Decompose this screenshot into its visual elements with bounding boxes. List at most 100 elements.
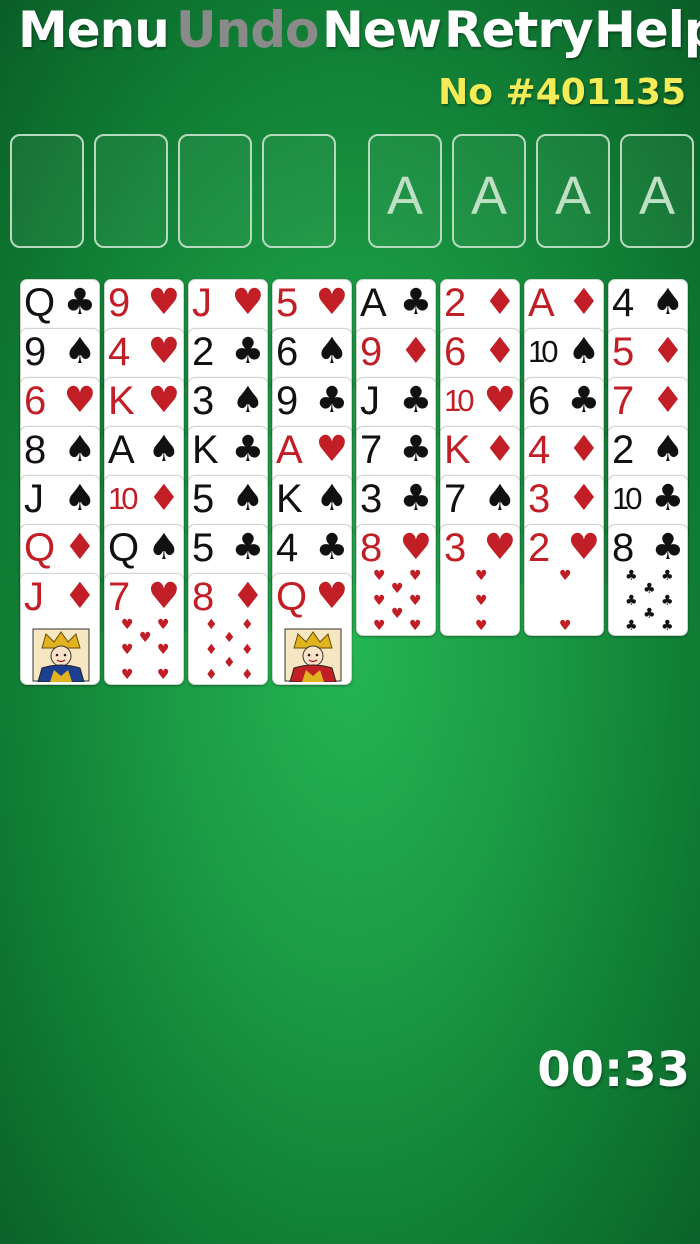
card-rank: K bbox=[108, 379, 135, 423]
card-suit: ♥ bbox=[147, 380, 180, 421]
playing-card[interactable]: 7 ♥ ♥ ♥ ♥ ♥ ♥ ♥ ♥ bbox=[104, 573, 184, 685]
card-pip-icon: ♥ bbox=[409, 593, 422, 609]
foundation-label: A bbox=[470, 166, 508, 226]
playing-card[interactable]: 3 ♥ ♥ ♥ ♥ bbox=[440, 524, 520, 636]
jack-face-icon bbox=[32, 628, 90, 683]
card-rank: 6 bbox=[24, 379, 46, 423]
card-suit: ♣ bbox=[315, 380, 348, 421]
playing-card[interactable]: Q ♥ bbox=[272, 573, 352, 685]
card-suit: ♣ bbox=[231, 429, 264, 470]
card-suit: ♣ bbox=[315, 527, 348, 568]
card-rank: J bbox=[192, 281, 212, 325]
card-suit: ♠ bbox=[63, 429, 96, 470]
card-suit: ♦ bbox=[567, 429, 600, 470]
card-suit: ♠ bbox=[63, 478, 96, 519]
card-rank: 6 bbox=[444, 330, 466, 374]
card-rank: Q bbox=[276, 575, 307, 619]
foundation-1[interactable]: A bbox=[368, 134, 442, 248]
card-pip-icon: ♦ bbox=[205, 617, 218, 634]
card-suit: ♦ bbox=[651, 331, 684, 372]
card-rank: K bbox=[444, 428, 471, 472]
card-rank: A bbox=[528, 281, 555, 325]
card-rank: 7 bbox=[612, 379, 634, 423]
card-rank: K bbox=[192, 428, 219, 472]
playing-card[interactable]: 2 ♥ ♥ ♥ bbox=[524, 524, 604, 636]
card-rank: 9 bbox=[276, 379, 298, 423]
card-suit: ♣ bbox=[231, 331, 264, 372]
retry-button[interactable]: Retry bbox=[444, 0, 594, 64]
card-rank: A bbox=[276, 428, 303, 472]
card-pip-icon: ♣ bbox=[643, 605, 656, 622]
free-cell-2[interactable] bbox=[94, 134, 168, 248]
card-suit: ♣ bbox=[399, 478, 432, 519]
playing-card[interactable]: 8 ♦ ♦ ♦ ♦ ♦ ♦ ♦ ♦ ♦ bbox=[188, 573, 268, 685]
free-cell-4[interactable] bbox=[262, 134, 336, 248]
card-rank: 3 bbox=[192, 379, 214, 423]
card-rank: 7 bbox=[108, 575, 130, 619]
card-suit: ♠ bbox=[567, 331, 600, 372]
card-pip-icon: ♣ bbox=[661, 568, 674, 585]
card-suit: ♣ bbox=[231, 527, 264, 568]
card-pip-icon: ♦ bbox=[223, 630, 236, 646]
card-suit: ♥ bbox=[231, 282, 264, 323]
card-rank: J bbox=[24, 477, 44, 521]
game-number: No #401135 bbox=[438, 72, 686, 113]
card-pip-icon: ♥ bbox=[475, 593, 488, 609]
card-suit: ♣ bbox=[399, 429, 432, 470]
card-pip-icon: ♥ bbox=[121, 642, 134, 658]
card-rank: 4 bbox=[108, 330, 130, 374]
card-suit: ♥ bbox=[399, 527, 432, 568]
card-suit: ♦ bbox=[651, 380, 684, 421]
card-pip-icon: ♥ bbox=[475, 568, 488, 585]
card-pip-icon: ♥ bbox=[409, 617, 422, 634]
card-suit: ♦ bbox=[567, 478, 600, 519]
menu-button[interactable]: Menu bbox=[18, 0, 170, 64]
free-cell-3[interactable] bbox=[178, 134, 252, 248]
card-suit: ♦ bbox=[147, 478, 180, 519]
foundation-label: A bbox=[386, 166, 424, 226]
card-pip-icon: ♥ bbox=[391, 605, 404, 622]
foundation-4[interactable]: A bbox=[620, 134, 694, 248]
card-suit: ♦ bbox=[399, 331, 432, 372]
card-rank: 3 bbox=[528, 477, 550, 521]
undo-button[interactable]: Undo bbox=[176, 0, 319, 64]
card-pip-icon: ♥ bbox=[559, 617, 572, 634]
free-cell-1[interactable] bbox=[10, 134, 84, 248]
queen-face-icon bbox=[284, 628, 342, 683]
playing-card[interactable]: J ♦ bbox=[20, 573, 100, 685]
card-pip-icon: ♥ bbox=[559, 568, 572, 585]
card-suit: ♠ bbox=[315, 331, 348, 372]
playing-card[interactable]: 8 ♥ ♥ ♥ ♥ ♥ ♥ ♥ ♥ ♥ bbox=[356, 524, 436, 636]
playing-card[interactable]: 8 ♣ ♣ ♣ ♣ ♣ ♣ ♣ ♣ ♣ bbox=[608, 524, 688, 636]
card-pip-icon: ♥ bbox=[157, 666, 170, 683]
card-suit: ♠ bbox=[147, 527, 180, 568]
card-suit: ♣ bbox=[567, 380, 600, 421]
help-button[interactable]: Help bbox=[594, 0, 700, 64]
card-rank: 4 bbox=[528, 428, 550, 472]
card-rank: 10 bbox=[612, 481, 643, 516]
new-game-button[interactable]: New bbox=[322, 0, 442, 64]
card-rank: 4 bbox=[276, 526, 298, 570]
card-suit: ♣ bbox=[399, 380, 432, 421]
card-suit: ♥ bbox=[483, 380, 516, 421]
card-rank: 2 bbox=[444, 281, 466, 325]
card-rank: 10 bbox=[444, 383, 475, 418]
card-suit: ♥ bbox=[315, 576, 348, 617]
foundation-2[interactable]: A bbox=[452, 134, 526, 248]
card-pip-icon: ♣ bbox=[643, 581, 656, 597]
card-rank: 9 bbox=[360, 330, 382, 374]
card-suit: ♠ bbox=[651, 282, 684, 323]
card-suit: ♥ bbox=[567, 527, 600, 568]
card-pip-icon: ♣ bbox=[661, 617, 674, 634]
card-rank: 10 bbox=[108, 481, 139, 516]
game-timer: 00:33 bbox=[537, 1042, 690, 1098]
card-pip-icon: ♣ bbox=[661, 593, 674, 609]
card-suit: ♦ bbox=[63, 527, 96, 568]
card-suit: ♠ bbox=[147, 429, 180, 470]
card-suit: ♦ bbox=[483, 429, 516, 470]
card-pip-icon: ♥ bbox=[475, 617, 488, 634]
card-rank: 7 bbox=[360, 428, 382, 472]
card-rank: Q bbox=[24, 281, 55, 325]
card-pip-icon: ♥ bbox=[409, 568, 422, 585]
foundation-3[interactable]: A bbox=[536, 134, 610, 248]
